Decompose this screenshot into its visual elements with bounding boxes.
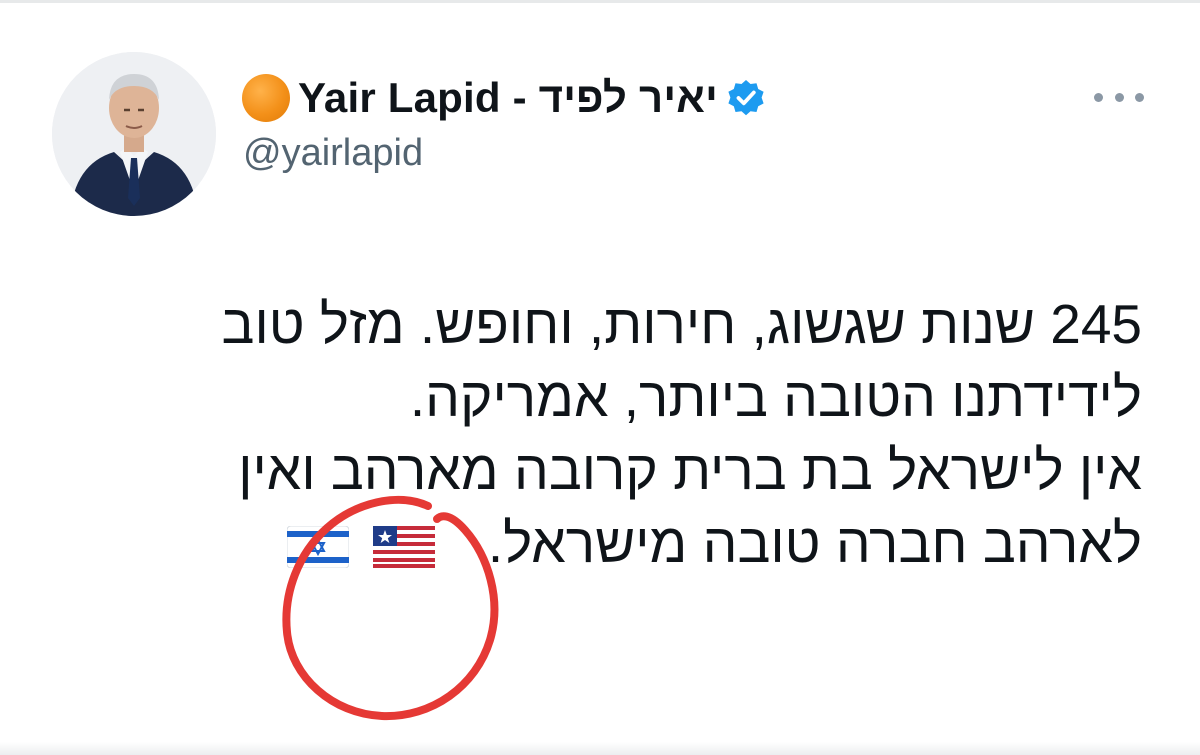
more-options-icon[interactable] xyxy=(1094,87,1144,107)
tweet-text: 245 שנות שגשוג, חירות, וחופש. מזל טוב לי… xyxy=(62,288,1142,580)
person-portrait-icon xyxy=(52,52,216,216)
orange-circle-icon xyxy=(242,74,290,122)
dot-icon xyxy=(1114,92,1124,102)
tweet-line-3: אין לישראל בת ברית קרובה מארהב ואין xyxy=(238,439,1142,501)
author-handle[interactable]: @yairlapid xyxy=(243,132,423,175)
verified-badge-icon xyxy=(728,80,764,116)
tweet-line-4-wrapper: לארהב חברה טובה מישראל. xyxy=(62,507,1142,580)
tweet-line-2: לידידתנו הטובה ביותר, אמריקה. xyxy=(409,366,1142,428)
top-divider xyxy=(0,0,1200,3)
dot-icon xyxy=(1135,92,1144,102)
author-name-row[interactable]: Yair Lapid - יאיר לפיד xyxy=(242,70,766,126)
tweet-line-4: לארהב חברה טובה מישראל. xyxy=(487,512,1142,574)
flag-emojis xyxy=(286,526,435,569)
israel-flag-emoji xyxy=(286,526,349,569)
tweet-line-1: 245 שנות שגשוג, חירות, וחופש. מזל טוב xyxy=(221,293,1142,355)
dot-icon xyxy=(1094,92,1103,102)
liberia-flag-emoji xyxy=(372,526,435,569)
author-display-name[interactable]: Yair Lapid - יאיר לפיד xyxy=(298,74,718,122)
bottom-edge xyxy=(0,742,1200,755)
profile-avatar[interactable] xyxy=(52,52,216,216)
